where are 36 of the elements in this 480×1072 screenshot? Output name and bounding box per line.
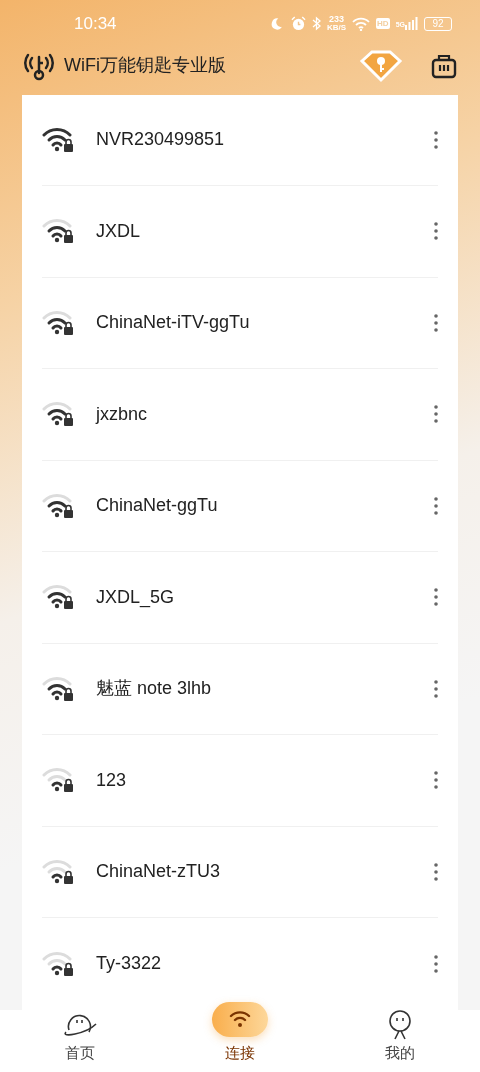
- nav-tab[interactable]: 我的: [385, 1041, 415, 1064]
- more-icon[interactable]: [434, 771, 438, 790]
- network-name[interactable]: ChinaNet-iTV-ggTu: [96, 309, 434, 337]
- speed-value: 233: [329, 15, 345, 25]
- network-name[interactable]: JXDL_5G: [96, 583, 434, 611]
- signal-icon: [405, 17, 418, 31]
- hd-badge: HD: [376, 18, 390, 30]
- more-icon[interactable]: [434, 130, 438, 149]
- clock: 10:34: [74, 12, 117, 35]
- battery: 92: [424, 16, 452, 31]
- speed-unit: KB/S: [326, 24, 347, 33]
- bluetooth-icon: [311, 16, 321, 32]
- more-icon[interactable]: [434, 862, 438, 881]
- nav-tab[interactable]: 首页: [65, 1041, 95, 1064]
- network-name[interactable]: 123: [96, 766, 434, 794]
- network-name[interactable]: jxzbnc: [96, 400, 434, 428]
- more-icon[interactable]: [434, 679, 438, 698]
- network-name[interactable]: ChinaNet-ggTu: [96, 492, 434, 520]
- more-icon[interactable]: [434, 222, 438, 241]
- more-icon[interactable]: [434, 405, 438, 424]
- wifi-icon: [229, 1010, 251, 1028]
- network-name[interactable]: ChinaNet-zTU3: [96, 858, 434, 886]
- more-icon[interactable]: [434, 588, 438, 607]
- network-name[interactable]: JXDL: [96, 217, 434, 245]
- network-name[interactable]: 魅蓝 note 3lhb: [96, 675, 434, 703]
- network-name[interactable]: NVR230499851: [96, 126, 434, 154]
- person-icon: [387, 1009, 413, 1040]
- alarm-icon: [290, 16, 306, 32]
- more-icon[interactable]: [434, 954, 438, 973]
- moon-icon: [269, 16, 283, 31]
- wifi-icon: [352, 16, 371, 31]
- app-title: WiFi万能钥匙专业版: [64, 54, 226, 78]
- nav-tab[interactable]: 连接: [225, 1041, 255, 1064]
- network-name[interactable]: Ty-3322: [96, 950, 434, 978]
- more-icon[interactable]: [434, 313, 438, 332]
- more-icon[interactable]: [434, 496, 438, 515]
